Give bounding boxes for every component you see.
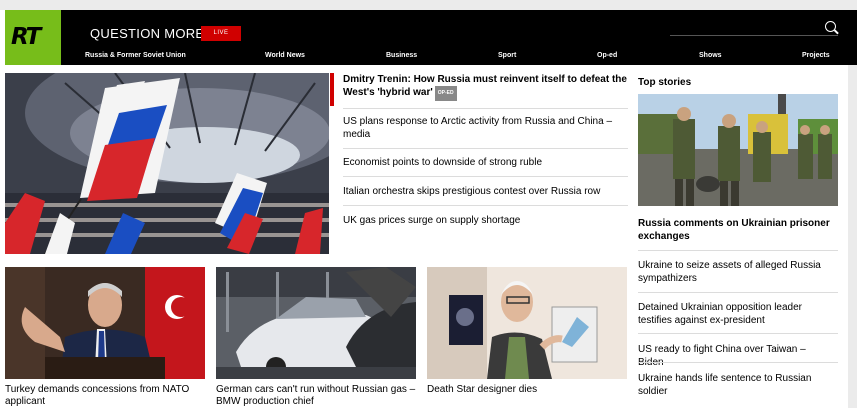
top-story-link[interactable]: Ukraine to seize assets of alleged Russi… xyxy=(638,259,833,285)
headline-link[interactable]: Economist points to downside of strong r… xyxy=(343,156,628,169)
headline-link[interactable]: US plans response to Arctic activity fro… xyxy=(343,115,628,141)
lead-marker xyxy=(330,73,334,106)
card-caption[interactable]: German cars can't run without Russian ga… xyxy=(216,384,416,408)
search-icon[interactable] xyxy=(825,21,836,32)
nav-projects[interactable]: Projects xyxy=(802,52,830,59)
lead-headline-text: Dmitry Trenin: How Russia must reinvent … xyxy=(343,74,627,98)
divider xyxy=(343,176,628,177)
top-story-lead[interactable]: Russia comments on Ukrainian prisoner ex… xyxy=(638,217,833,243)
card-caption[interactable]: Turkey demands concessions from NATO app… xyxy=(5,384,205,408)
nav-shows[interactable]: Shows xyxy=(699,52,722,59)
nav-russia[interactable]: Russia & Former Soviet Union xyxy=(85,52,186,59)
search-input[interactable] xyxy=(670,35,838,36)
divider xyxy=(343,108,628,109)
top-stories-title: Top stories xyxy=(638,77,692,88)
divider xyxy=(638,250,838,251)
divider xyxy=(638,362,838,363)
nav-business[interactable]: Business xyxy=(386,52,417,59)
tagline: QUESTION MORE xyxy=(90,26,205,41)
lead-story-image[interactable] xyxy=(5,73,329,254)
top-story-link[interactable]: US ready to fight China over Taiwan – Bi… xyxy=(638,343,833,369)
divider xyxy=(343,148,628,149)
top-story-link[interactable]: Detained Ukrainian opposition leader tes… xyxy=(638,301,833,327)
headline-link[interactable]: Italian orchestra skips prestigious cont… xyxy=(343,185,628,198)
browser-edge xyxy=(848,65,857,408)
op-ed-badge: OP-ED xyxy=(434,86,457,101)
live-button[interactable]: LIVE xyxy=(201,26,241,41)
card-image-death-star[interactable] xyxy=(427,267,627,379)
divider xyxy=(638,292,838,293)
logo-text: RT xyxy=(11,24,41,50)
headline-link[interactable]: UK gas prices surge on supply shortage xyxy=(343,214,628,227)
nav-sport[interactable]: Sport xyxy=(498,52,516,59)
card-caption[interactable]: Death Star designer dies xyxy=(427,384,627,396)
divider xyxy=(343,205,628,206)
nav-op-ed[interactable]: Op-ed xyxy=(597,52,617,59)
nav-world-news[interactable]: World News xyxy=(265,52,305,59)
card-image-bmw[interactable] xyxy=(216,267,416,379)
top-story-link[interactable]: Ukraine hands life sentence to Russian s… xyxy=(638,372,833,398)
page: RT QUESTION MORE LIVE Russia & Former So… xyxy=(0,0,857,408)
site-header: RT QUESTION MORE LIVE Russia & Former So… xyxy=(5,10,857,65)
lead-headline[interactable]: Dmitry Trenin: How Russia must reinvent … xyxy=(343,73,628,101)
browser-strip xyxy=(0,0,857,10)
divider xyxy=(638,333,838,334)
card-image-turkey[interactable] xyxy=(5,267,205,379)
rt-logo[interactable]: RT xyxy=(5,10,61,65)
top-story-image[interactable] xyxy=(638,94,838,206)
